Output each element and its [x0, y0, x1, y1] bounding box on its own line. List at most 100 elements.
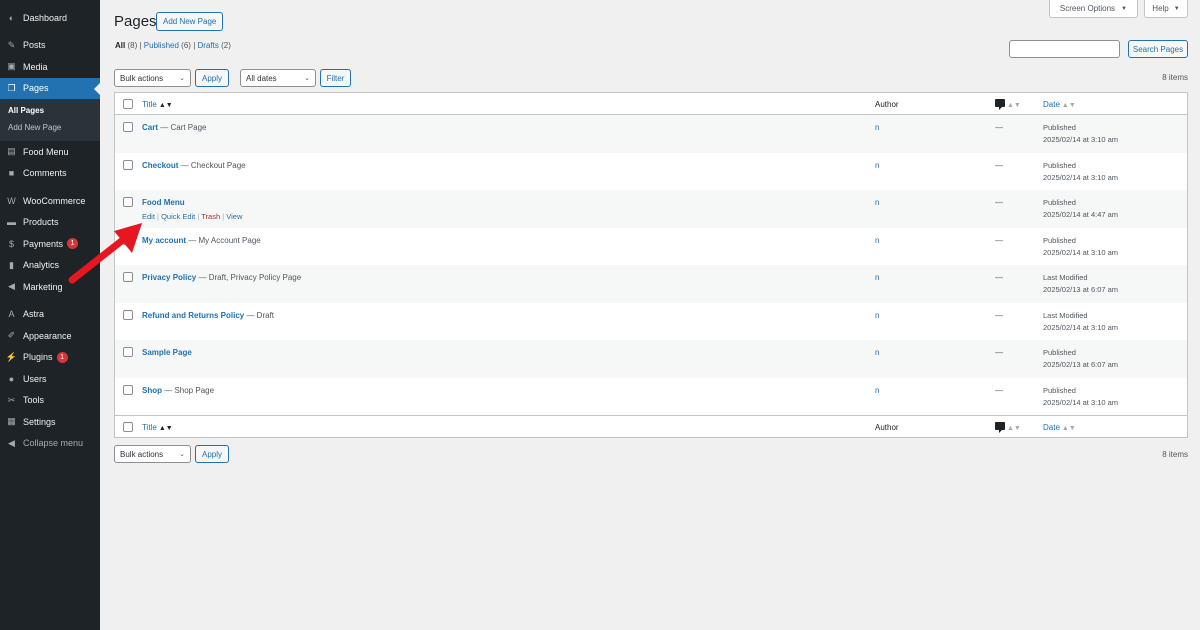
sidebar-item-label: Comments [23, 168, 67, 179]
sidebar-item-posts[interactable]: ✎ Posts [0, 35, 100, 57]
select-all-checkbox-bottom[interactable] [123, 421, 133, 432]
sidebar-item-label: Tools [23, 395, 45, 406]
sidebar-item-woocommerce[interactable]: W WooCommerce [0, 190, 100, 212]
filter-button[interactable]: Filter [320, 69, 351, 87]
dashboard-icon: ◐ [8, 12, 15, 23]
search-pages-button[interactable]: Search Pages [1128, 40, 1188, 58]
items-count-bottom: 8 items [1162, 450, 1188, 459]
date-column-sort[interactable]: Date [1043, 100, 1060, 109]
sidebar-item-label: Settings [23, 416, 56, 427]
row-checkbox[interactable] [123, 122, 133, 132]
filter-drafts-link[interactable]: Drafts (2) [198, 41, 231, 50]
sidebar-item-label: Payments [23, 238, 64, 249]
tools-icon: ✂ [7, 394, 16, 405]
comment-count: — [995, 198, 1003, 207]
author-column-header: Author [875, 99, 899, 109]
row-checkbox[interactable] [123, 384, 133, 395]
bulk-actions-value: Bulk actions [120, 73, 164, 83]
page-title-link[interactable]: Food Menu [142, 198, 185, 207]
date-column-sort[interactable]: Date [1043, 423, 1060, 432]
sidebar-item-label: Appearance [23, 330, 72, 341]
notification-badge: 1 [56, 351, 68, 363]
author-link[interactable]: n [875, 198, 879, 207]
sort-arrows-icon: ▲▼ [1061, 424, 1076, 432]
submenu-item-add-new-page[interactable]: Add New Page [0, 119, 100, 136]
help-label: Help [1152, 4, 1169, 13]
page-title-link[interactable]: Checkout [142, 161, 178, 170]
author-link[interactable]: n [875, 311, 879, 320]
screen-options-button[interactable]: Screen Options ▼ [1048, 0, 1138, 18]
sidebar-item-users[interactable]: ● Users [0, 368, 100, 390]
author-link[interactable]: n [875, 273, 879, 282]
author-link[interactable]: n [875, 386, 879, 395]
payments-icon: $ [8, 238, 14, 249]
comment-bubble-icon[interactable] [995, 421, 1005, 433]
help-button[interactable]: Help ▼ [1144, 0, 1188, 18]
sidebar-item-label: Marketing [23, 281, 63, 292]
submenu-item-all-pages[interactable]: All Pages [0, 102, 100, 119]
pages-submenu: All Pages Add New Page [0, 99, 100, 141]
sidebar-item-plugins[interactable]: ⚡ Plugins 1 [0, 347, 100, 369]
pages-icon: ❐ [7, 82, 16, 93]
select-all-checkbox[interactable] [123, 98, 133, 109]
row-checkbox[interactable] [123, 159, 133, 170]
comment-count: — [995, 385, 1003, 395]
table-row: Sample Page n — Published 2025/02/13 at 6:07… [115, 340, 1187, 378]
sidebar-item-astra[interactable]: A Astra [0, 304, 100, 326]
comments-icon: ■ [8, 168, 15, 179]
add-new-page-button[interactable]: Add New Page [156, 12, 224, 31]
author-link[interactable]: n [875, 123, 879, 132]
row-checkbox[interactable] [123, 347, 133, 357]
sidebar-item-pages[interactable]: ❐ Pages [0, 77, 100, 99]
megaphone-icon: ◀ [8, 281, 15, 292]
status-filter-links: All (8) | Published (6) | Drafts (2) [115, 41, 231, 50]
comment-bubble-icon[interactable] [995, 98, 1005, 110]
post-date: 2025/02/14 at 3:10 am [1043, 322, 1119, 332]
chevron-down-icon: ⌄ [304, 75, 310, 82]
bulk-actions-select-bottom[interactable]: Bulk actions ⌄ [114, 445, 191, 463]
brush-icon: ✐ [7, 330, 16, 341]
search-input[interactable] [1009, 40, 1120, 58]
admin-sidebar: ◐ Dashboard ✎ Posts ▣ Media ❐ Pages All Pages Add… [0, 0, 100, 630]
page-title-link[interactable]: Shop [142, 386, 162, 395]
author-link[interactable]: n [875, 348, 879, 357]
view-link[interactable]: View [226, 212, 242, 221]
sidebar-item-media[interactable]: ▣ Media [0, 56, 100, 78]
filter-all-link[interactable]: All (8) [115, 41, 137, 50]
filter-published-link[interactable]: Published (6) [144, 41, 191, 50]
title-column-sort[interactable]: Title [142, 423, 157, 432]
apply-button-top[interactable]: Apply [195, 69, 229, 87]
author-link[interactable]: n [875, 236, 879, 245]
page-title-link[interactable]: Refund and Returns Policy [142, 311, 244, 320]
trash-link[interactable]: Trash [201, 212, 220, 221]
author-link[interactable]: n [875, 161, 879, 170]
apply-button-bottom[interactable]: Apply [195, 445, 229, 463]
row-checkbox[interactable] [123, 197, 133, 207]
pushpin-icon: ✎ [7, 39, 16, 50]
page-title-link[interactable]: Sample Page [142, 348, 192, 357]
sidebar-item-label: Posts [23, 40, 46, 51]
comment-count: — [995, 235, 1003, 245]
row-checkbox[interactable] [123, 309, 133, 320]
page-title-link[interactable]: Cart [142, 123, 158, 132]
food-menu-icon: ▤ [7, 146, 16, 157]
comment-count: — [995, 310, 1003, 320]
sidebar-item-collapse-menu[interactable]: ◀ Collapse menu [0, 433, 100, 455]
annotation-arrow-icon [68, 223, 142, 284]
post-date: 2025/02/14 at 3:10 am [1043, 135, 1119, 144]
sidebar-item-tools[interactable]: ✂ Tools [0, 390, 100, 412]
post-date: 2025/02/14 at 3:10 am [1043, 247, 1119, 257]
settings-icon: ▦ [7, 416, 16, 427]
date-filter-value: All dates [246, 73, 277, 83]
quick-edit-link[interactable]: Quick Edit [161, 212, 195, 221]
sidebar-item-comments[interactable]: ■ Comments [0, 163, 100, 185]
sidebar-item-appearance[interactable]: ✐ Appearance [0, 325, 100, 347]
sidebar-item-dashboard[interactable]: ◐ Dashboard [0, 7, 100, 29]
sidebar-item-settings[interactable]: ▦ Settings [0, 411, 100, 433]
woocommerce-icon: W [7, 195, 16, 206]
title-column-sort[interactable]: Title [142, 100, 157, 109]
date-filter-select[interactable]: All dates ⌄ [240, 69, 316, 87]
chevron-down-icon: ⌄ [179, 451, 185, 458]
bulk-actions-select[interactable]: Bulk actions ⌄ [114, 69, 191, 87]
sidebar-item-food-menu[interactable]: ▤ Food Menu [0, 141, 100, 163]
